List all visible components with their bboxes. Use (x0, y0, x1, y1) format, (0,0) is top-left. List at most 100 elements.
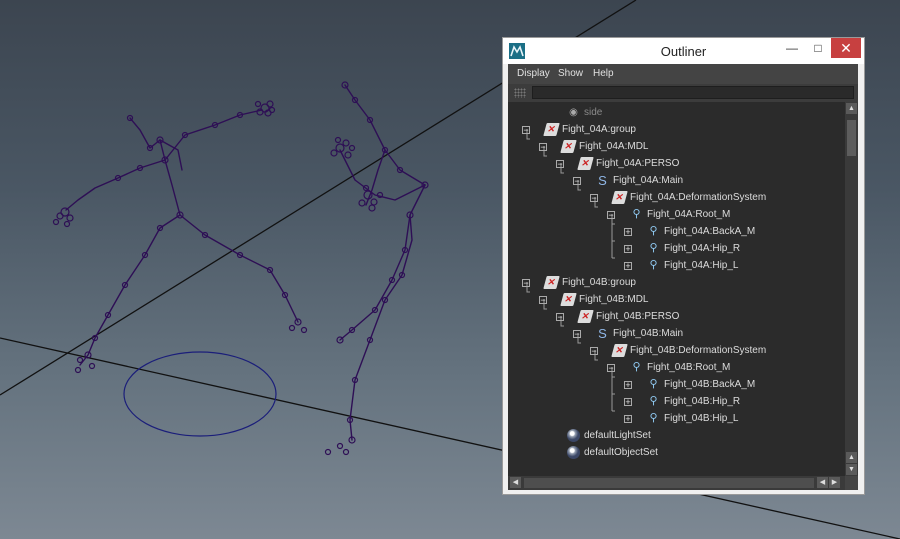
scroll-up-arrow-icon-lower[interactable]: ▲ (846, 452, 857, 463)
scroll-left-arrow-icon[interactable]: ◀ (510, 477, 521, 488)
tree-item-label: Fight_04B:Hip_L (664, 413, 739, 424)
collapse-icon[interactable]: − (573, 177, 581, 186)
tree-item[interactable]: − ⚲ Fight_04B:Root_M (508, 359, 845, 376)
tree-item[interactable]: + ⚲ Fight_04A:BackA_M (508, 223, 845, 240)
tree-item[interactable]: − ✕ Fight_04A:DeformationSystem (508, 189, 845, 206)
tree-item-label: Fight_04A:group (562, 124, 636, 135)
tree-item[interactable]: − ✕ Fight_04B:PERSO (508, 308, 845, 325)
tree-item-label: Fight_04A:PERSO (596, 158, 680, 169)
collapse-icon[interactable]: − (573, 330, 581, 339)
tree-item-label: side (584, 107, 603, 118)
filter-input[interactable] (532, 86, 854, 99)
joint-icon: ⚲ (649, 225, 658, 237)
collapse-icon[interactable]: − (607, 211, 615, 220)
transform-icon: ✕ (611, 344, 628, 357)
tree-item[interactable]: ◉ side (508, 104, 845, 121)
transform-icon: ✕ (560, 293, 577, 306)
tree-item[interactable]: − ✕ Fight_04A:group (508, 121, 845, 138)
scroll-left-arrow-icon-right[interactable]: ◀ (817, 477, 828, 488)
maximize-button[interactable]: □ (805, 38, 831, 58)
tree-item[interactable]: defaultLightSet (508, 427, 845, 444)
tree-item[interactable]: − ⚲ Fight_04A:Root_M (508, 206, 845, 223)
horizontal-scroll-thumb[interactable] (524, 478, 814, 488)
tree-item[interactable]: − ✕ Fight_04A:PERSO (508, 155, 845, 172)
transform-icon: ✕ (611, 191, 628, 204)
tree-item-label: defaultObjectSet (584, 447, 658, 458)
tree-item-label: Fight_04A:BackA_M (664, 226, 756, 237)
scroll-down-arrow-icon[interactable]: ▼ (846, 464, 857, 475)
skeleton-fight-04a[interactable] (52, 100, 308, 374)
tree-item-label: Fight_04A:Root_M (647, 209, 731, 220)
collapse-icon[interactable]: − (590, 194, 598, 203)
drag-handle-icon[interactable] (514, 88, 526, 98)
tree-item-label: Fight_04A:Hip_L (664, 260, 739, 271)
tree-item-label: Fight_04B:Hip_R (664, 396, 741, 407)
tree-item[interactable]: defaultObjectSet (508, 444, 845, 461)
menu-show[interactable]: Show (558, 68, 583, 79)
camera-icon: ◉ (569, 107, 578, 118)
scroll-up-arrow-icon[interactable]: ▲ (846, 103, 857, 114)
vertical-scrollbar[interactable]: ▲ ▲ ▼ (845, 102, 858, 476)
close-button[interactable]: ✕ (831, 38, 861, 58)
set-icon (567, 446, 580, 459)
expand-icon[interactable]: + (624, 398, 632, 407)
tree-item-label: defaultLightSet (584, 430, 651, 441)
tree-item[interactable]: − ✕ Fight_04B:group (508, 274, 845, 291)
collapse-icon[interactable]: − (522, 126, 530, 135)
scroll-right-arrow-icon[interactable]: ▶ (829, 477, 840, 488)
tree-item[interactable]: + ⚲ Fight_04A:Hip_R (508, 240, 845, 257)
tree-item-label: Fight_04B:group (562, 277, 636, 288)
joint-icon: ⚲ (632, 361, 641, 373)
joint-icon: ⚲ (649, 259, 658, 271)
collapse-icon[interactable]: − (539, 296, 547, 305)
vertical-scroll-thumb[interactable] (847, 120, 856, 156)
collapse-icon[interactable]: − (556, 313, 564, 322)
expand-icon[interactable]: + (624, 228, 632, 237)
tree-item[interactable]: + ⚲ Fight_04A:Hip_L (508, 257, 845, 274)
transform-icon: ✕ (543, 123, 560, 136)
minimize-button[interactable]: — (779, 38, 805, 58)
skeleton-fight-04b[interactable] (324, 81, 429, 456)
collapse-icon[interactable]: − (590, 347, 598, 356)
tree-item-label: Fight_04B:Main (613, 328, 684, 339)
menu-help[interactable]: Help (593, 68, 614, 79)
tree-item[interactable]: − S Fight_04A:Main (508, 172, 845, 189)
tree-item-label: Fight_04B:Root_M (647, 362, 731, 373)
tree-item-label: Fight_04B:BackA_M (664, 379, 756, 390)
tree-item-label: Fight_04A:Hip_R (664, 243, 741, 254)
collapse-icon[interactable]: − (607, 364, 615, 373)
tree-item[interactable]: + ⚲ Fight_04B:Hip_L (508, 410, 845, 427)
joint-icon: ⚲ (649, 378, 658, 390)
curve-icon: S (598, 326, 607, 341)
expand-icon[interactable]: + (624, 245, 632, 254)
collapse-icon[interactable]: − (539, 143, 547, 152)
joint-icon: ⚲ (649, 395, 658, 407)
tree-item[interactable]: − S Fight_04B:Main (508, 325, 845, 342)
menu-display[interactable]: Display (517, 68, 550, 79)
collapse-icon[interactable]: − (556, 160, 564, 169)
expand-icon[interactable]: + (624, 415, 632, 424)
transform-icon: ✕ (577, 310, 594, 323)
tree-item[interactable]: − ✕ Fight_04B:MDL (508, 291, 845, 308)
transform-icon: ✕ (560, 140, 577, 153)
tree-item[interactable]: + ⚲ Fight_04B:BackA_M (508, 376, 845, 393)
transform-icon: ✕ (543, 276, 560, 289)
outliner-window: Outliner — □ ✕ Display Show Help ◉ side … (502, 37, 865, 495)
tree-item[interactable]: + ⚲ Fight_04B:Hip_R (508, 393, 845, 410)
filter-bar (508, 84, 858, 102)
expand-icon[interactable]: + (624, 381, 632, 390)
set-icon (567, 429, 580, 442)
curve-icon: S (598, 173, 607, 188)
outliner-panel: Display Show Help ◉ side − ✕ Fight_04A:g… (508, 64, 858, 490)
collapse-icon[interactable]: − (522, 279, 530, 288)
joint-icon: ⚲ (649, 412, 658, 424)
tree-item-label: Fight_04B:PERSO (596, 311, 680, 322)
expand-icon[interactable]: + (624, 262, 632, 271)
tree-item-label: Fight_04A:DeformationSystem (630, 192, 767, 203)
tree-item-label: Fight_04B:DeformationSystem (630, 345, 767, 356)
tree-item[interactable]: − ✕ Fight_04A:MDL (508, 138, 845, 155)
joint-icon: ⚲ (649, 242, 658, 254)
tree-item[interactable]: − ✕ Fight_04B:DeformationSystem (508, 342, 845, 359)
horizontal-scrollbar[interactable]: ◀ ◀ ▶ (508, 476, 845, 490)
title-bar[interactable]: Outliner — □ ✕ (503, 38, 864, 64)
